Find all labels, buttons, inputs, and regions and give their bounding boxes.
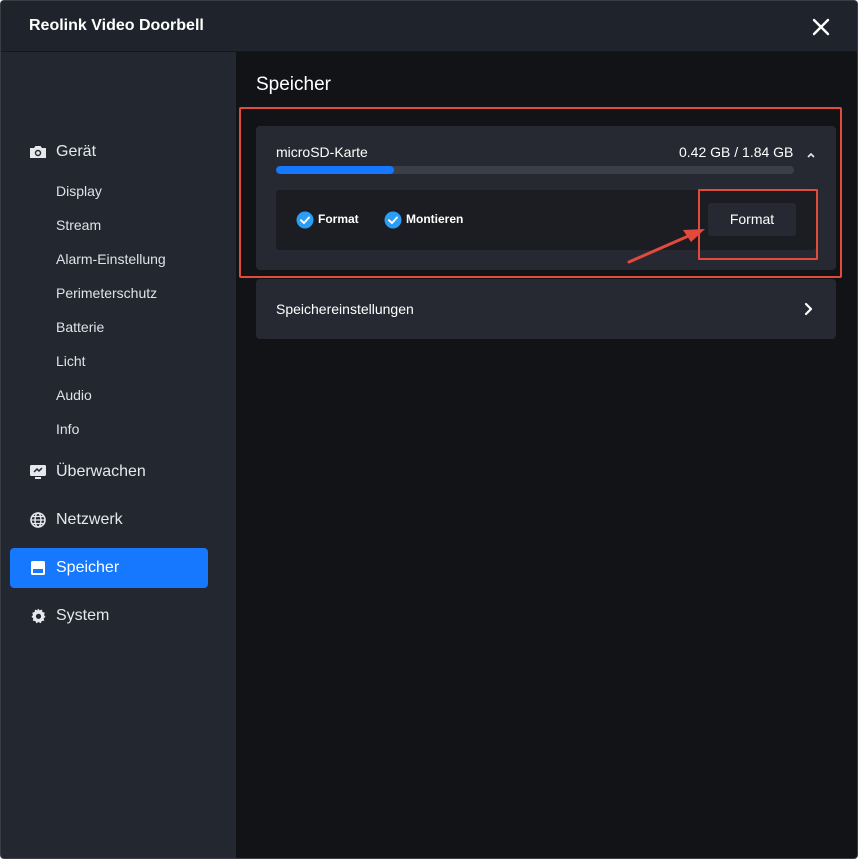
- sidebar-item-label: Gerät: [56, 143, 97, 160]
- sidebar: Gerät Display Stream Alarm-Einstellung P…: [1, 52, 236, 858]
- title-bar: Reolink Video Doorbell: [1, 1, 857, 52]
- format-checkbox[interactable]: Format: [296, 210, 366, 230]
- sd-card-label: microSD-Karte: [276, 144, 368, 160]
- sidebar-item-netzwerk[interactable]: Netzwerk: [10, 500, 208, 540]
- sidebar-item-label: Überwachen: [56, 463, 146, 480]
- storage-settings-row[interactable]: Speichereinstellungen: [256, 279, 836, 339]
- format-checkbox-label: Format: [318, 212, 359, 226]
- storage-settings-label: Speichereinstellungen: [276, 301, 414, 317]
- sidebar-item-label: System: [56, 607, 110, 624]
- chevron-up-icon[interactable]: [805, 150, 817, 160]
- globe-icon: [30, 512, 46, 528]
- camera-icon: [30, 146, 46, 158]
- sidebar-subitem-stream[interactable]: Stream: [56, 217, 101, 233]
- sidebar-subitem-info[interactable]: Info: [56, 421, 79, 437]
- close-icon: [812, 18, 830, 36]
- mount-checkbox-label: Montieren: [406, 212, 464, 226]
- sidebar-item-label: Netzwerk: [56, 511, 123, 528]
- format-button[interactable]: Format: [708, 203, 796, 236]
- sidebar-subitem-light[interactable]: Licht: [56, 353, 86, 369]
- window-title: Reolink Video Doorbell: [29, 17, 204, 34]
- storage-progress-bar: [276, 166, 794, 174]
- sidebar-subitem-audio[interactable]: Audio: [56, 387, 92, 403]
- storage-progress-fill: [276, 166, 395, 174]
- gear-icon: [31, 608, 46, 624]
- sidebar-item-speicher[interactable]: Speicher: [10, 548, 208, 588]
- sidebar-subitem-perimeter[interactable]: Perimeterschutz: [56, 285, 157, 301]
- annotation-arrow-icon: [627, 229, 705, 264]
- sidebar-item-geraet[interactable]: Gerät: [10, 132, 208, 172]
- storage-icon: [31, 561, 45, 575]
- sidebar-subitem-battery[interactable]: Batterie: [56, 319, 104, 335]
- main-content: Speicher microSD-Karte 0.42 GB / 1.84 GB…: [236, 52, 857, 858]
- checkmark-icon: [296, 211, 314, 229]
- chevron-right-icon: [804, 302, 813, 316]
- sidebar-item-label: Speicher: [56, 559, 120, 576]
- settings-window: Reolink Video Doorbell Gerät Display Str…: [0, 0, 858, 859]
- checkmark-icon: [384, 211, 402, 229]
- sidebar-subitem-alarm[interactable]: Alarm-Einstellung: [56, 251, 166, 267]
- sidebar-item-ueberwachen[interactable]: Überwachen: [10, 452, 208, 492]
- monitor-icon: [30, 465, 46, 479]
- close-button[interactable]: [809, 15, 833, 39]
- sd-card-usage: 0.42 GB / 1.84 GB: [679, 144, 794, 160]
- sidebar-item-system[interactable]: System: [10, 596, 208, 636]
- sidebar-subitem-display[interactable]: Display: [56, 183, 102, 199]
- mount-checkbox[interactable]: Montieren: [384, 210, 474, 230]
- page-title: Speicher: [256, 74, 331, 95]
